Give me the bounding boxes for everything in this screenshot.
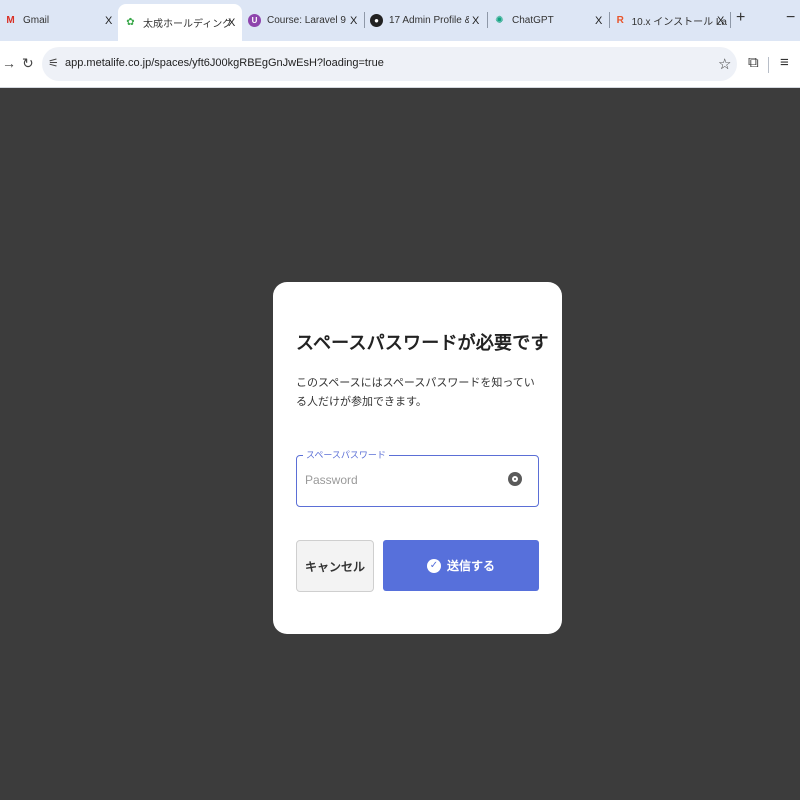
password-input[interactable] [305,470,495,490]
close-icon[interactable]: X [595,15,602,27]
close-icon[interactable]: X [350,15,357,27]
tab-separator [730,12,731,28]
submit-button[interactable]: ✓ 送信する [383,540,539,591]
readouble-icon: R [616,15,624,26]
udemy-icon: U [248,14,261,27]
close-icon[interactable]: X [228,17,235,29]
close-icon[interactable]: X [717,15,724,27]
dialog-title: スペースパスワードが必要です [296,333,549,353]
address-bar[interactable]: ⚟ app.metalife.co.jp/spaces/yft6J00kgRBE… [42,47,737,81]
tab-metalife[interactable]: ✿ 太成ホールディングス｜Metal X [118,4,242,41]
password-field[interactable]: スペースパスワード [296,448,539,507]
github-icon: ● [370,14,383,27]
tab-title: Gmail [23,15,50,26]
extensions-icon[interactable]: ⧉ [748,54,759,71]
tab-chatgpt[interactable]: ✺ ChatGPT X [493,0,605,41]
tab-separator [487,12,488,28]
tab-separator [364,12,365,28]
submit-button-label: 送信する [446,559,495,573]
chatgpt-icon: ✺ [495,15,504,26]
url-text[interactable]: app.metalife.co.jp/spaces/yft6J00kgRBEgG… [65,57,384,69]
close-icon[interactable]: X [472,15,479,27]
tab-udemy[interactable]: U Course: Laravel 9 -Build Co X [248,0,360,41]
close-icon[interactable]: X [105,15,112,27]
minimize-button[interactable]: − [786,9,795,27]
tab-title: ChatGPT [512,15,554,26]
tab-separator [609,12,610,28]
tab-gmail[interactable]: M Gmail X [4,0,116,41]
tab-title: Course: Laravel 9 -Build Co [267,15,349,26]
show-password-eye-icon[interactable] [508,472,522,486]
bookmark-star-icon[interactable]: ☆ [718,55,731,73]
reading-list-icon[interactable]: ≡ [780,54,789,71]
tab-github[interactable]: ● 17 Admin Profile & Image X [370,0,482,41]
tab-title: 10.x インストール Laravel [631,17,727,28]
reload-icon[interactable]: ↻ [22,55,34,72]
new-tab-button[interactable]: + [736,9,745,27]
password-dialog: スペースパスワードが必要です このスペースにはスペースパスワードを知っている人だ… [273,282,562,634]
password-field-label: スペースパスワード [303,448,389,461]
dialog-description: このスペースにはスペースパスワードを知っている人だけが参加できます。 [296,377,535,408]
forward-arrow-icon[interactable]: → [2,55,16,71]
cancel-button-label: キャンセル [304,559,365,574]
gmail-icon: M [6,15,15,26]
site-settings-icon[interactable]: ⚟ [48,56,59,70]
tab-title: 17 Admin Profile & Image [389,15,469,26]
leaf-icon: ✿ [126,17,135,28]
toolbar-separator [768,57,769,73]
tab-readouble[interactable]: R 10.x インストール Laravel X [615,0,727,41]
check-circle-icon: ✓ [426,558,441,573]
tab-title: 太成ホールディングス｜Metal [143,19,231,30]
tab-strip: M Gmail X ✿ 太成ホールディングス｜Metal X U Course:… [0,0,800,41]
browser-toolbar: → ↻ ⚟ app.metalife.co.jp/spaces/yft6J00k… [0,41,800,88]
cancel-button[interactable]: キャンセル [296,540,374,592]
